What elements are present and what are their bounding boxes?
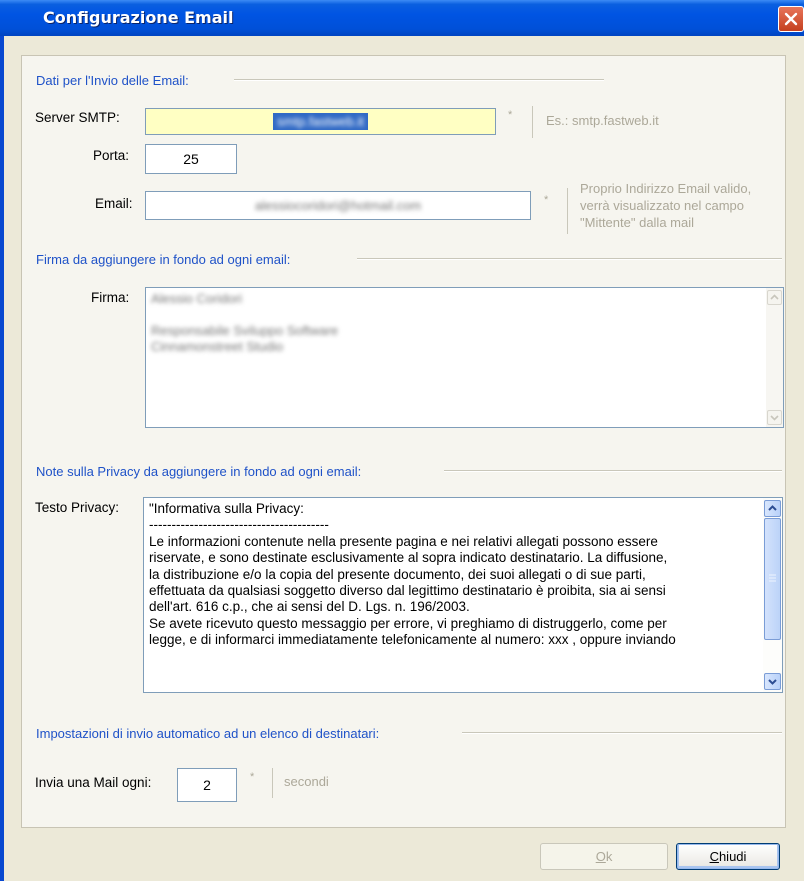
server-smtp-input[interactable]: smtp.fastweb.it (145, 108, 496, 135)
section-divider (357, 258, 782, 260)
privacy-line: legge, e di informarci immediatamente te… (149, 632, 676, 648)
privacy-textarea[interactable]: "Informativa sulla Privacy: ------------… (143, 497, 783, 693)
scroll-down-button[interactable] (767, 410, 782, 425)
chevron-down-icon (770, 415, 779, 421)
firma-scrollbar[interactable] (766, 288, 783, 427)
privacy-line: la distribuzione e/o la copia del presen… (149, 566, 646, 582)
porta-label: Porta: (93, 148, 130, 163)
chevron-down-icon (768, 679, 777, 685)
section-divider (444, 470, 782, 472)
section-title-privacy: Note sulla Privacy da aggiungere in fond… (36, 464, 362, 479)
privacy-scrollbar[interactable] (763, 498, 782, 692)
email-hint-line: "Mittente" dalla mail (580, 215, 694, 230)
scroll-up-button[interactable] (767, 290, 782, 305)
privacy-line: "Informativa sulla Privacy: (149, 501, 304, 516)
section-divider (462, 732, 782, 734)
interval-input[interactable]: 2 (177, 768, 237, 802)
server-hint: Es.: smtp.fastweb.it (546, 113, 659, 128)
server-smtp-selected-text: smtp.fastweb.it (273, 113, 368, 130)
firma-label: Firma: (91, 290, 130, 305)
interval-value: 2 (203, 777, 211, 793)
settings-panel: Dati per l'Invio delle Email: Server SMT… (21, 55, 786, 828)
section-title-invio: Dati per l'Invio delle Email: (36, 73, 189, 88)
email-value: alessiocoridori@hotmail.com (254, 198, 422, 213)
grip-icon (769, 574, 776, 582)
porta-input[interactable]: 25 (145, 144, 237, 174)
section-title-firma: Firma da aggiungere in fondo ad ogni ema… (36, 252, 291, 267)
email-config-dialog: Configurazione Email Dati per l'Invio de… (0, 0, 804, 881)
firma-line (151, 307, 338, 323)
ok-mnemonic: O (595, 849, 606, 864)
close-label: hiudi (718, 849, 747, 864)
email-required-mark: * (544, 194, 549, 206)
firma-textarea[interactable]: Alessio Coridori Responsabile Sviluppo S… (145, 287, 784, 428)
privacy-text: "Informativa sulla Privacy: ------------… (149, 501, 751, 649)
interval-required-mark: * (250, 771, 255, 783)
porta-value: 25 (183, 151, 199, 167)
close-icon (784, 12, 798, 26)
scroll-up-button[interactable] (764, 500, 781, 517)
hint-separator (567, 188, 568, 234)
firma-line: Cinnamonstreet Studio (151, 339, 284, 354)
firma-text: Alessio Coridori Responsabile Sviluppo S… (151, 291, 338, 355)
privacy-line: Se avete ricevuto questo messaggio per e… (149, 615, 667, 631)
close-mnemonic: C (709, 849, 719, 864)
email-hint: Proprio Indirizzo Email valido, verrà vi… (580, 180, 751, 231)
server-smtp-value: smtp.fastweb.it (277, 114, 364, 129)
firma-line: Responsabile Sviluppo Software (151, 323, 339, 338)
ok-label: k (605, 849, 613, 864)
scroll-thumb[interactable] (764, 518, 781, 640)
scroll-down-button[interactable] (764, 673, 781, 690)
privacy-line: ---------------------------------------- (149, 517, 329, 533)
invia-label: Invia una Mail ogni: (35, 775, 152, 790)
section-title-auto: Impostazioni di invio automatico ad un e… (36, 726, 380, 741)
privacy-label: Testo Privacy: (35, 500, 120, 515)
email-hint-line: Proprio Indirizzo Email valido, (580, 181, 752, 196)
hint-separator (532, 106, 533, 138)
privacy-line: dell'art. 616 c.p., che ai sensi del D. … (149, 599, 470, 615)
server-smtp-label: Server SMTP: (35, 110, 120, 125)
hint-separator (272, 768, 273, 798)
title-bar[interactable]: Configurazione Email (0, 0, 804, 36)
close-window-button[interactable] (778, 6, 804, 32)
chevron-up-icon (770, 294, 779, 300)
privacy-line: Le informazioni contenute nella presente… (149, 533, 658, 549)
email-input[interactable]: alessiocoridori@hotmail.com (145, 191, 531, 220)
firma-line: Alessio Coridori (151, 291, 243, 306)
server-required-mark: * (508, 109, 513, 121)
window-border (0, 36, 4, 881)
chevron-up-icon (768, 505, 777, 511)
section-divider (234, 79, 604, 81)
ok-button[interactable]: Ok (540, 843, 668, 870)
window-title: Configurazione Email (43, 8, 234, 27)
close-button[interactable]: Chiudi (676, 843, 780, 870)
interval-unit: secondi (284, 774, 329, 789)
privacy-line: riservate, e sono destinate esclusivamen… (149, 550, 668, 566)
email-hint-line: verrà visualizzato nel campo (580, 198, 745, 213)
privacy-line: effettuata da qualsiasi soggetto diverso… (149, 583, 666, 599)
email-label: Email: (95, 196, 133, 211)
